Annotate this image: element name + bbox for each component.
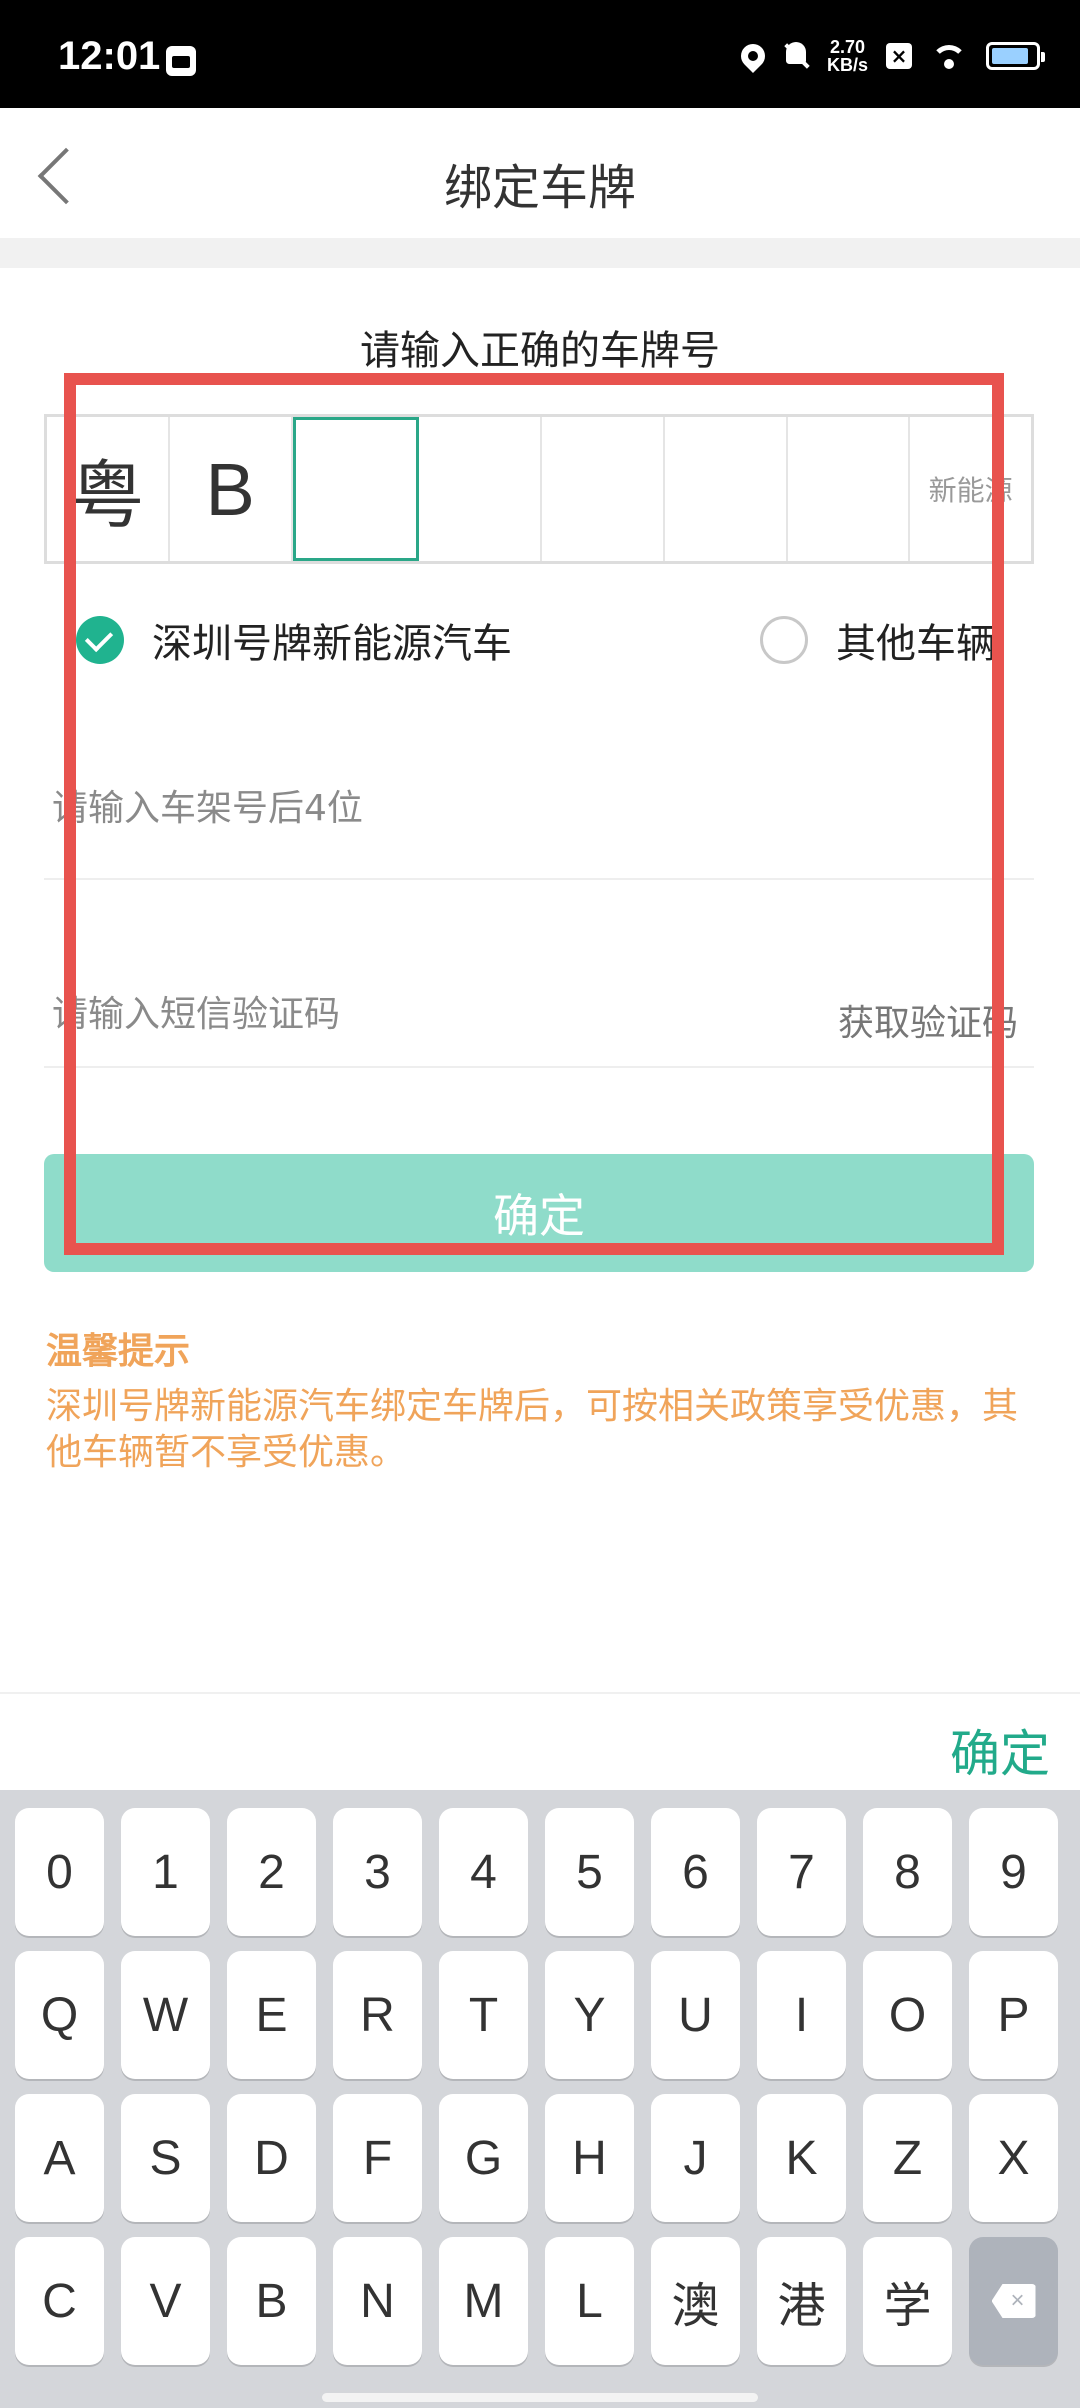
key[interactable]: 6 <box>651 1808 740 1936</box>
radio-other-vehicle[interactable]: 其他车辆 <box>760 600 996 680</box>
key[interactable]: 港 <box>757 2237 846 2365</box>
get-code-button[interactable]: 获取验证码 <box>838 994 1018 1046</box>
tips-title: 温馨提示 <box>46 1331 191 1372</box>
key[interactable]: 学 <box>863 2237 952 2365</box>
sms-code-input[interactable] <box>44 994 820 1035</box>
radio-unchecked-icon <box>760 616 808 664</box>
plate-cell-3[interactable] <box>292 417 420 561</box>
key[interactable]: P <box>969 1951 1058 2079</box>
wifi-icon <box>930 41 968 71</box>
radio-label: 其他车辆 <box>836 621 996 667</box>
key[interactable]: L <box>545 2237 634 2365</box>
mute-bell-icon <box>783 42 809 70</box>
key[interactable]: N <box>333 2237 422 2365</box>
key[interactable]: H <box>545 2094 634 2222</box>
home-indicator <box>322 2393 758 2402</box>
key[interactable]: 4 <box>439 1808 528 1936</box>
key[interactable]: S <box>121 2094 210 2222</box>
plate-cell-new-energy[interactable]: 新能源 <box>910 417 1031 561</box>
radio-checked-icon <box>76 616 124 664</box>
key[interactable]: Q <box>15 1951 104 2079</box>
plate-number-input[interactable]: 粤 B 新能源 <box>44 414 1034 564</box>
plate-cell-5[interactable] <box>542 417 665 561</box>
key[interactable]: T <box>439 1951 528 2079</box>
key[interactable]: W <box>121 1951 210 2079</box>
key[interactable]: X <box>969 2094 1058 2222</box>
key[interactable]: 澳 <box>651 2237 740 2365</box>
key[interactable]: R <box>333 1951 422 2079</box>
network-speed-value: 2.70 <box>829 37 866 57</box>
battery-icon <box>986 42 1045 70</box>
sms-field-container: 获取验证码 <box>44 980 1034 1068</box>
key[interactable]: J <box>651 2094 740 2222</box>
app-notification-icon <box>166 46 196 76</box>
status-icons: 2.70 KB/s × <box>736 36 1045 76</box>
network-speed: 2.70 KB/s <box>827 38 868 74</box>
plate-heading: 请输入正确的车牌号 <box>360 328 720 374</box>
plate-cell-4[interactable] <box>419 417 542 561</box>
keyboard-toolbar: 确定 <box>0 1692 1080 1792</box>
key[interactable]: B <box>227 2237 316 2365</box>
keyboard-row-1: 0 1 2 3 4 5 6 7 8 9 <box>15 1808 1065 1936</box>
key[interactable]: A <box>15 2094 104 2222</box>
key[interactable]: C <box>15 2237 104 2365</box>
keyboard-done-button[interactable]: 确定 <box>950 1714 1050 1786</box>
section-divider <box>0 238 1080 268</box>
status-bar: 12:01 2.70 KB/s × <box>0 0 1080 108</box>
plate-cell-2[interactable]: B <box>170 417 293 561</box>
key[interactable]: K <box>757 2094 846 2222</box>
radio-label: 深圳号牌新能源汽车 <box>152 621 512 667</box>
key[interactable]: 2 <box>227 1808 316 1936</box>
keyboard-row-3: A S D F G H J K Z X <box>15 2094 1065 2222</box>
backspace-icon: × <box>991 2284 1036 2318</box>
plate-keyboard: 0 1 2 3 4 5 6 7 8 9 Q W E R T Y U I O P … <box>0 1790 1080 2408</box>
confirm-button[interactable]: 确定 <box>44 1154 1034 1272</box>
key[interactable]: 8 <box>863 1808 952 1936</box>
key[interactable]: I <box>757 1951 846 2079</box>
key[interactable]: 7 <box>757 1808 846 1936</box>
key[interactable]: M <box>439 2237 528 2365</box>
key[interactable]: Z <box>863 2094 952 2222</box>
vin-field-container <box>44 770 1034 880</box>
close-box-icon: × <box>886 43 912 69</box>
key[interactable]: F <box>333 2094 422 2222</box>
vin-input[interactable] <box>44 788 820 829</box>
key[interactable]: Y <box>545 1951 634 2079</box>
keyboard-row-2: Q W E R T Y U I O P <box>15 1951 1065 2079</box>
battery-level <box>992 48 1028 64</box>
key[interactable]: 3 <box>333 1808 422 1936</box>
key[interactable]: 9 <box>969 1808 1058 1936</box>
key[interactable]: D <box>227 2094 316 2222</box>
page-title: 绑定车牌 <box>443 160 636 216</box>
plate-cell-7[interactable] <box>788 417 911 561</box>
key[interactable]: E <box>227 1951 316 2079</box>
location-icon <box>736 39 770 73</box>
plate-cell-6[interactable] <box>665 417 788 561</box>
network-speed-unit: KB/s <box>826 55 868 75</box>
key[interactable]: G <box>439 2094 528 2222</box>
key[interactable]: 1 <box>121 1808 210 1936</box>
tips-body: 深圳号牌新能源汽车绑定车牌后，可按相关政策享受优惠，其他车辆暂不享受优惠。 <box>46 1386 1019 1473</box>
title-bar: 绑定车牌 <box>0 108 1080 238</box>
key[interactable]: V <box>121 2237 210 2365</box>
key[interactable]: 0 <box>15 1808 104 1936</box>
delete-key[interactable]: × <box>969 2237 1058 2365</box>
key[interactable]: U <box>651 1951 740 2079</box>
keyboard-row-4: C V B N M L 澳 港 学 × <box>15 2237 1065 2365</box>
status-time: 12:01 <box>58 34 161 78</box>
plate-cell-1[interactable]: 粤 <box>47 417 170 561</box>
key[interactable]: O <box>863 1951 952 2079</box>
key[interactable]: 5 <box>545 1808 634 1936</box>
radio-shenzhen-new-energy[interactable]: 深圳号牌新能源汽车 <box>76 600 512 680</box>
